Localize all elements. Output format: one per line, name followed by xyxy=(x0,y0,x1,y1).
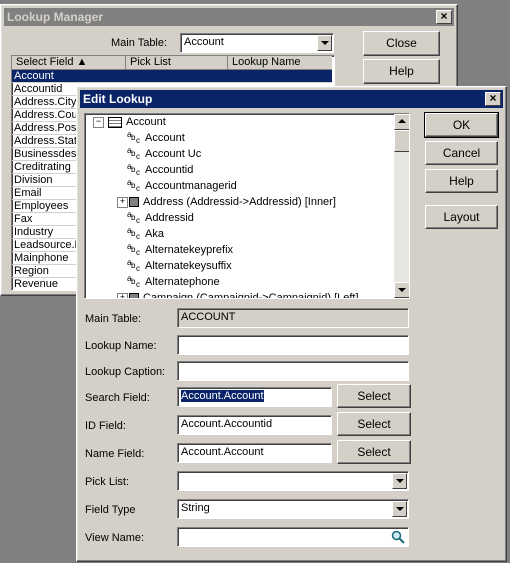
tree-item-label: Account Uc xyxy=(145,148,202,160)
tree-item-join[interactable]: + Campaign (Campaignid->Campaignid) [Left… xyxy=(117,290,359,299)
tree-root-label: Account xyxy=(126,116,166,128)
collapse-icon[interactable]: − xyxy=(93,116,104,128)
edit-lookup-window: Edit Lookup × − Account a b c Account a b c Acco… xyxy=(76,86,507,562)
select-name-field-button[interactable]: Select xyxy=(337,440,411,464)
chevron-down-icon[interactable] xyxy=(317,35,332,51)
expand-icon[interactable]: + xyxy=(117,292,128,298)
edit-lookup-title: Edit Lookup xyxy=(83,92,153,106)
tree-item-label: Accountid xyxy=(145,164,194,176)
lookup-name-label: Lookup Name: xyxy=(85,340,157,352)
field-type-value: String xyxy=(181,502,210,514)
tree-item-label: Alternatekeyprefix xyxy=(145,244,234,256)
search-field-input[interactable]: Account.Account xyxy=(177,387,332,407)
tree-item-field[interactable]: a b c Addressid xyxy=(127,210,194,226)
lookup-manager-titlebar[interactable]: Lookup Manager × xyxy=(4,8,454,26)
chevron-down-icon[interactable] xyxy=(392,501,407,517)
main-table-value: ACCOUNT xyxy=(181,311,236,323)
search-icon[interactable] xyxy=(391,530,405,544)
main-table-field: ACCOUNT xyxy=(177,308,409,328)
tree-item-field[interactable]: a b c Alternatekeysuffix xyxy=(127,258,232,274)
tree-item-field[interactable]: a b c Account Uc xyxy=(127,146,201,162)
id-field-label: ID Field: xyxy=(85,420,126,432)
pick-list-label: Pick List: xyxy=(85,476,130,488)
scroll-up-icon[interactable] xyxy=(394,114,409,130)
help-button[interactable]: Help xyxy=(363,59,440,84)
main-table-label: Main Table: xyxy=(85,313,142,325)
field-tree[interactable]: − Account a b c Account a b c Account Uc a b c Accou… xyxy=(84,113,410,299)
help-button[interactable]: Help xyxy=(425,169,498,193)
lookup-manager-title: Lookup Manager xyxy=(7,10,104,24)
tree-item-label: Alternatekeysuffix xyxy=(145,260,232,272)
search-field-value: Account.Account xyxy=(181,390,264,402)
lookup-caption-input[interactable] xyxy=(177,361,409,381)
expand-icon[interactable]: + xyxy=(117,196,128,208)
tree-item-label: Aka xyxy=(145,228,164,240)
scroll-down-icon[interactable] xyxy=(394,282,409,298)
grid-header-select-field[interactable]: Select Field ▲ xyxy=(12,56,126,70)
join-icon xyxy=(129,293,139,298)
main-table-value: Account xyxy=(184,36,224,48)
name-field-input[interactable]: Account.Account xyxy=(177,443,332,463)
tree-item-field[interactable]: a b c Accountid xyxy=(127,162,193,178)
tree-item-label: Address (Addressid->Addressid) [Inner] xyxy=(143,196,336,208)
name-field-value: Account.Account xyxy=(181,446,264,458)
tree-scrollbar[interactable] xyxy=(394,114,409,298)
tree-item-field[interactable]: a b c Accountmanagerid xyxy=(127,178,237,194)
main-table-label: Main Table: xyxy=(111,37,168,49)
main-table-select[interactable]: Account xyxy=(180,33,334,53)
tree-item-join[interactable]: + Address (Addressid->Addressid) [Inner] xyxy=(117,194,336,210)
chevron-down-icon[interactable] xyxy=(392,473,407,489)
view-name-input[interactable] xyxy=(177,527,409,547)
id-field-input[interactable]: Account.Accountid xyxy=(177,415,332,435)
tree-item-label: Campaign (Campaignid->Campaignid) [Left] xyxy=(143,292,359,299)
select-id-field-button[interactable]: Select xyxy=(337,412,411,436)
id-field-value: Account.Accountid xyxy=(181,418,273,430)
tree-item-label: Addressid xyxy=(145,212,194,224)
table-cell-select-field: Account xyxy=(14,70,54,82)
field-type-label: Field Type xyxy=(85,504,136,516)
tree-item-label: Alternatephone xyxy=(145,276,220,288)
field-type-select[interactable]: String xyxy=(177,499,409,519)
search-field-label: Search Field: xyxy=(85,392,150,404)
table-row[interactable]: Account xyxy=(12,70,332,83)
table-icon xyxy=(108,116,122,128)
lookup-caption-label: Lookup Caption: xyxy=(85,366,166,378)
close-icon[interactable]: × xyxy=(436,10,452,24)
pick-list-select[interactable] xyxy=(177,471,409,491)
lookup-name-input[interactable] xyxy=(177,335,409,355)
view-name-label: View Name: xyxy=(85,532,145,544)
cancel-button[interactable]: Cancel xyxy=(425,141,498,165)
scroll-thumb[interactable] xyxy=(394,130,409,152)
tree-item-field[interactable]: a b c Alternatekeyprefix xyxy=(127,242,233,258)
ok-button[interactable]: OK xyxy=(424,112,499,138)
tree-item-field[interactable]: a b c Aka xyxy=(127,226,164,242)
select-search-field-button[interactable]: Select xyxy=(337,384,411,408)
grid-header-pick-list[interactable]: Pick List xyxy=(126,56,228,70)
tree-item-label: Accountmanagerid xyxy=(145,180,237,192)
tree-item-field[interactable]: a b c Account xyxy=(127,130,185,146)
close-icon[interactable]: × xyxy=(485,92,501,106)
close-button[interactable]: Close xyxy=(363,31,440,56)
tree-item-label: Account xyxy=(145,132,185,144)
edit-lookup-titlebar[interactable]: Edit Lookup × xyxy=(80,90,503,108)
join-icon xyxy=(129,197,139,208)
grid-header-lookup-name[interactable]: Lookup Name xyxy=(228,56,332,70)
name-field-label: Name Field: xyxy=(85,448,145,460)
layout-button[interactable]: Layout xyxy=(425,205,498,229)
tree-item-field[interactable]: a b c Alternatephone xyxy=(127,274,220,290)
